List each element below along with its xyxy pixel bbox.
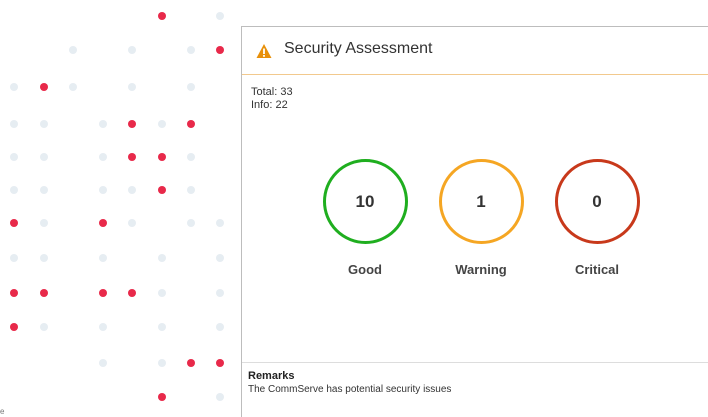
total-count: Total: 33 [251,86,293,98]
decorative-dot-grey [40,153,48,161]
decorative-dot-grey [99,254,107,262]
decorative-dot-red [216,46,224,54]
decorative-dot-grey [158,254,166,262]
decorative-dot-grey [128,46,136,54]
decorative-dot-grey [10,120,18,128]
decorative-dot-red [158,153,166,161]
decorative-dot-grey [216,393,224,401]
decorative-dot-grey [40,186,48,194]
panel-title: Security Assessment [284,40,433,57]
remarks-heading: Remarks [248,370,295,382]
decorative-dot-grey [158,289,166,297]
decorative-dot-grey [187,219,195,227]
decorative-dot-grey [40,120,48,128]
decorative-dot-grey [187,46,195,54]
warning-status-ring: 1 [438,159,524,244]
decorative-dot-grey [40,323,48,331]
screenshot-stage: e Security Assessment Total: 33 Info: 22… [0,0,708,417]
decorative-dot-grey [40,254,48,262]
decorative-dot-red [40,83,48,91]
decorative-dot-grey [216,219,224,227]
assessment-counts: Total: 33 Info: 22 [251,86,293,112]
decorative-dot-grey [99,186,107,194]
decorative-dot-grey [187,83,195,91]
security-assessment-panel: Security Assessment Total: 33 Info: 22 1… [241,26,708,417]
panel-header: Security Assessment [242,27,708,75]
decorative-dot-grey [216,289,224,297]
critical-status-label: Critical [574,262,620,277]
critical-status[interactable]: 0 Critical [542,159,652,277]
decorative-dot-grey [128,186,136,194]
decorative-dot-grey [10,83,18,91]
decorative-dot-grey [158,359,166,367]
warning-status[interactable]: 1 Warning [426,159,536,277]
decorative-dot-grey [99,323,107,331]
decorative-dot-red [216,359,224,367]
decorative-dot-grey [216,254,224,262]
decorative-dot-red [158,12,166,20]
good-status-ring: 10 [322,159,408,244]
decorative-dot-grey [10,254,18,262]
decorative-dot-grey [99,120,107,128]
decorative-dot-red [10,219,18,227]
decorative-dot-grey [40,219,48,227]
decorative-dot-grey [216,12,224,20]
corner-glyph: e [0,407,5,416]
critical-status-ring: 0 [554,159,640,244]
decorative-dot-grey [69,83,77,91]
decorative-dot-grey [128,83,136,91]
decorative-dot-grey [69,46,77,54]
decorative-dot-red [10,289,18,297]
decorative-dot-red [187,120,195,128]
warning-triangle-icon [256,44,272,58]
decorative-dot-grey [158,323,166,331]
decorative-dot-grey [158,120,166,128]
decorative-dot-grey [216,323,224,331]
good-status[interactable]: 10 Good [310,159,420,277]
decorative-dot-red [158,393,166,401]
decorative-dot-pattern [0,0,240,417]
decorative-dot-red [158,186,166,194]
decorative-dot-red [128,153,136,161]
decorative-dot-grey [99,359,107,367]
decorative-dot-red [128,120,136,128]
good-status-label: Good [348,262,382,277]
decorative-dot-grey [99,153,107,161]
decorative-dot-red [10,323,18,331]
decorative-dot-red [40,289,48,297]
decorative-dot-red [128,289,136,297]
remarks-text: The CommServe has potential security iss… [248,384,452,395]
decorative-dot-grey [10,153,18,161]
decorative-dot-grey [128,219,136,227]
decorative-dot-red [99,289,107,297]
warning-status-label: Warning [455,262,507,277]
decorative-dot-grey [10,186,18,194]
decorative-dot-grey [187,186,195,194]
decorative-dot-red [187,359,195,367]
info-count: Info: 22 [251,99,288,111]
decorative-dot-red [99,219,107,227]
remarks-section: Remarks The CommServe has potential secu… [242,362,708,397]
decorative-dot-grey [187,153,195,161]
